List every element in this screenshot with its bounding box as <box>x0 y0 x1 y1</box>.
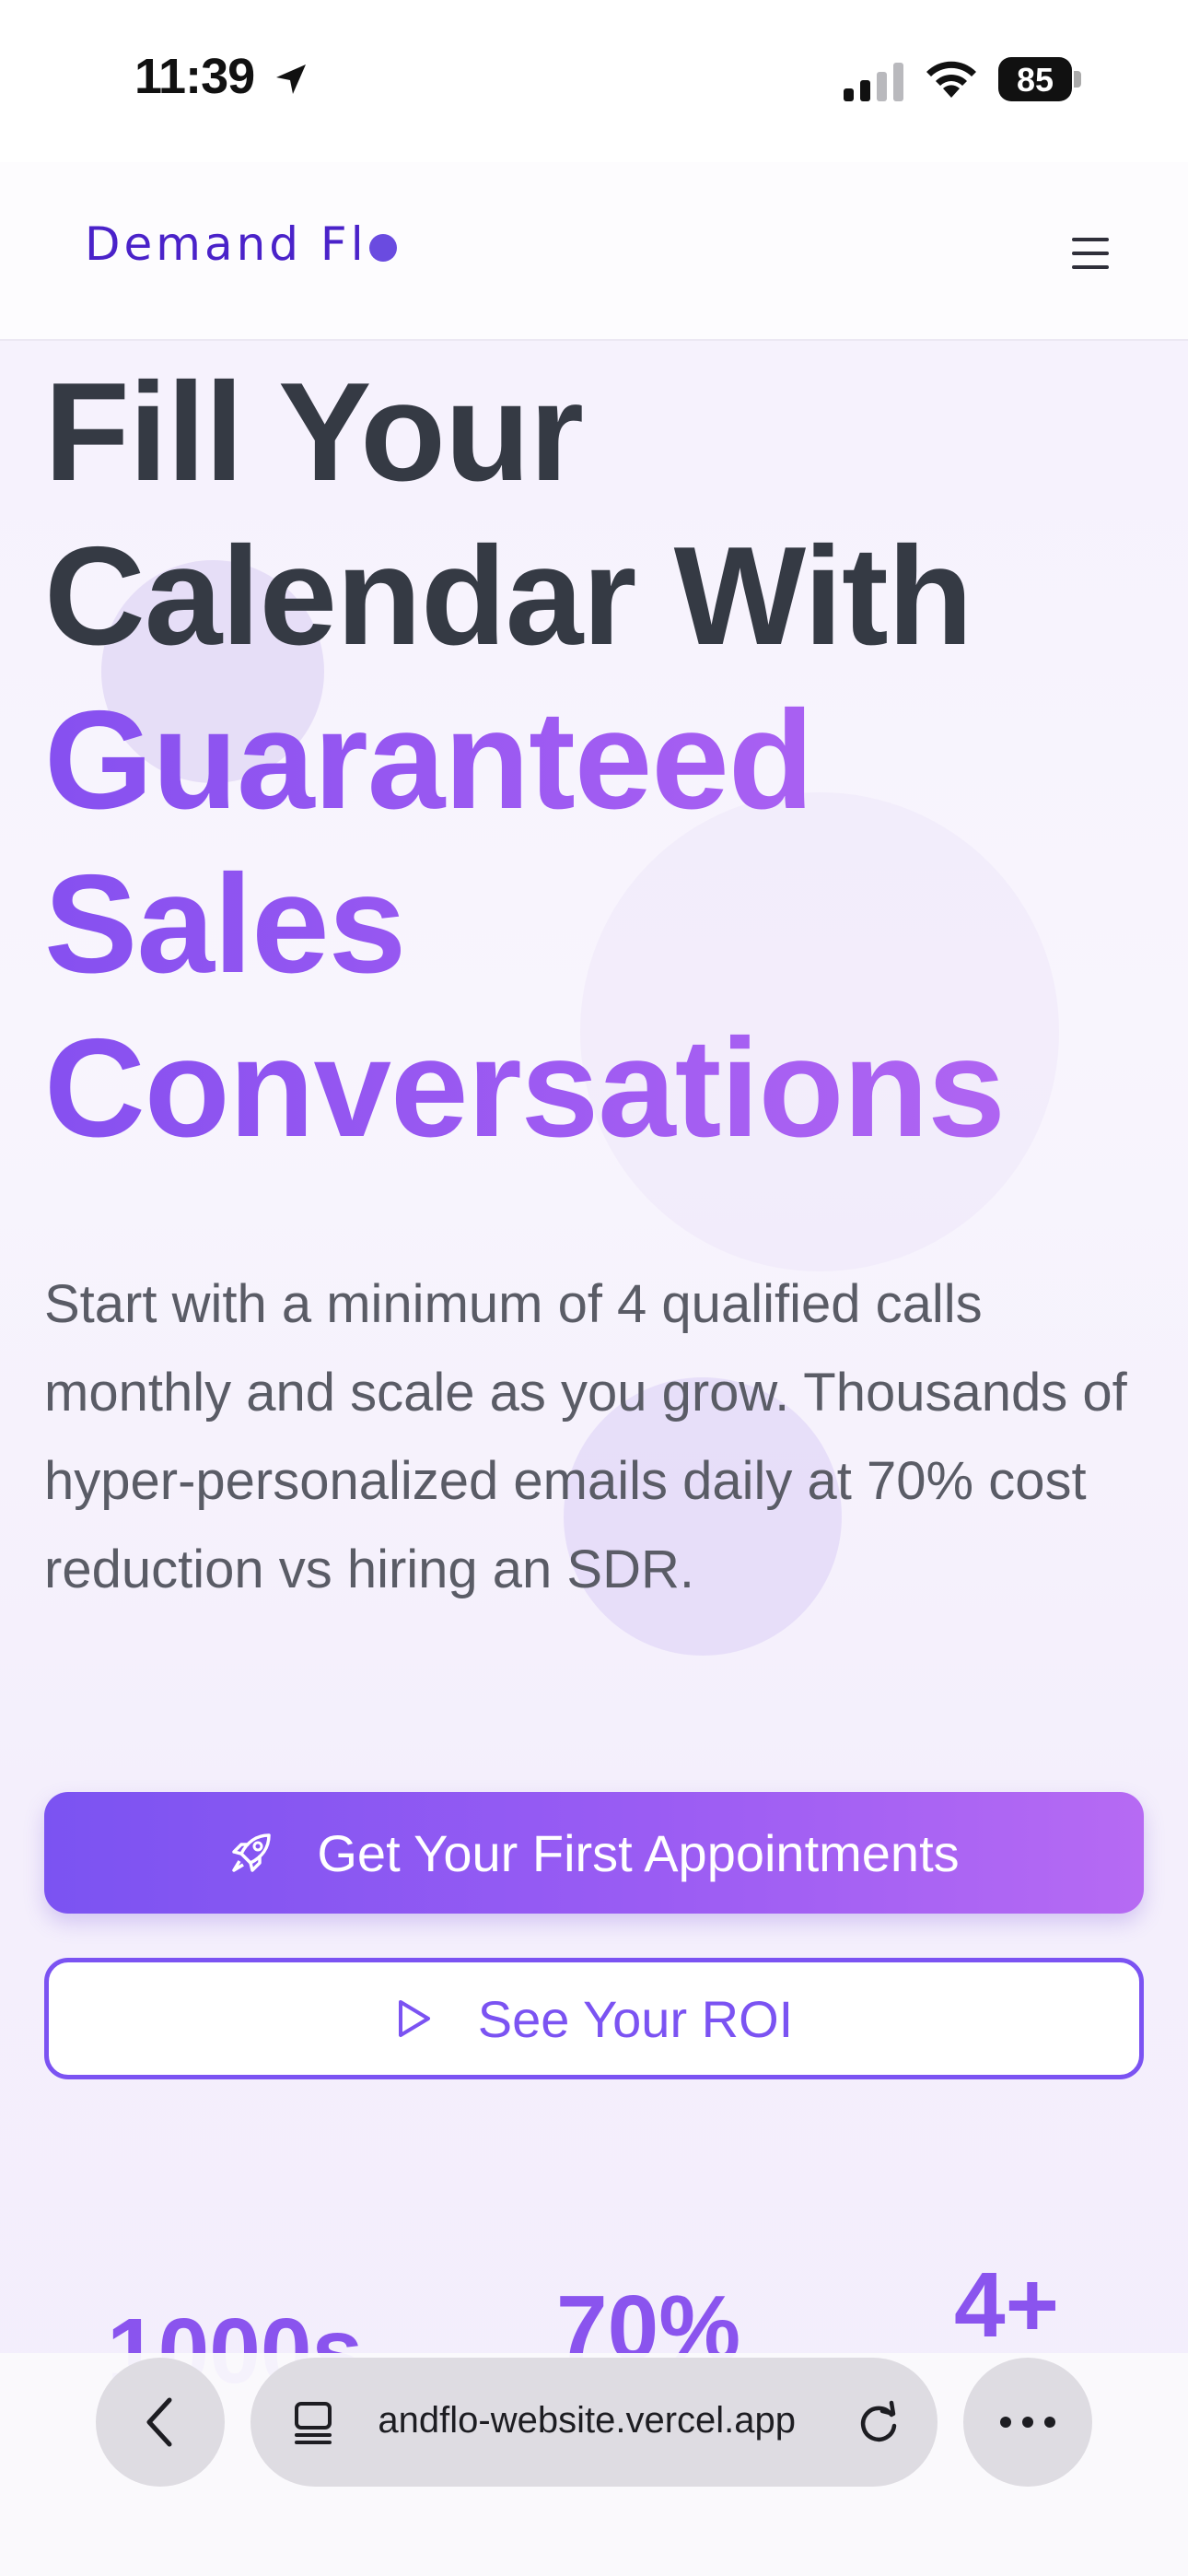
page: 11:39 85 Demand Fl Fill Your Calendar Wi… <box>0 0 1188 2576</box>
url-text: andflo-website.vercel.app <box>378 2400 796 2441</box>
play-icon <box>398 2000 430 2037</box>
status-bar: 11:39 85 <box>0 0 1188 162</box>
address-bar[interactable]: andflo-website.vercel.app <box>250 2358 938 2487</box>
get-appointments-button[interactable]: Get Your First Appointments <box>44 1792 1144 1914</box>
page-menu-icon <box>295 2402 332 2444</box>
primary-button-label: Get Your First Appointments <box>317 1823 960 1882</box>
location-arrow-icon <box>276 64 306 94</box>
logo-mark-icon <box>368 234 397 262</box>
logo[interactable]: Demand Fl <box>85 217 397 271</box>
menu-icon[interactable] <box>1072 238 1109 269</box>
more-options-button[interactable] <box>963 2358 1092 2487</box>
hero-title-highlight: Conversations <box>44 1006 1149 1170</box>
hero-description: Start with a minimum of 4 qualified call… <box>44 1274 1127 1599</box>
chevron-left-icon <box>146 2397 172 2447</box>
battery-icon: 85 <box>998 57 1081 101</box>
reload-icon[interactable] <box>855 2398 903 2446</box>
wifi-icon <box>926 61 976 98</box>
hero-title-line: Fill Your <box>44 354 584 510</box>
rocket-icon <box>232 1833 272 1872</box>
secondary-button-label: See Your ROI <box>477 1989 794 2048</box>
hero-title: Fill Your Calendar With Guaranteed Sales… <box>44 350 1149 1170</box>
hero-title-highlight: Sales <box>44 842 1149 1006</box>
hero-title-highlight: Guaranteed <box>44 678 1149 842</box>
see-roi-button[interactable]: See Your ROI <box>44 1958 1144 2079</box>
status-time: 11:39 <box>134 49 255 104</box>
logo-text: Demand Fl <box>85 217 367 271</box>
signal-icon <box>844 63 903 101</box>
stat-value: 4+ <box>954 2254 1060 2357</box>
back-button[interactable] <box>96 2358 225 2487</box>
site-header: Demand Fl <box>0 162 1188 341</box>
ellipsis-icon <box>995 2417 1061 2428</box>
battery-level: 85 <box>1016 61 1054 99</box>
hero-title-line: Calendar With <box>44 518 973 674</box>
